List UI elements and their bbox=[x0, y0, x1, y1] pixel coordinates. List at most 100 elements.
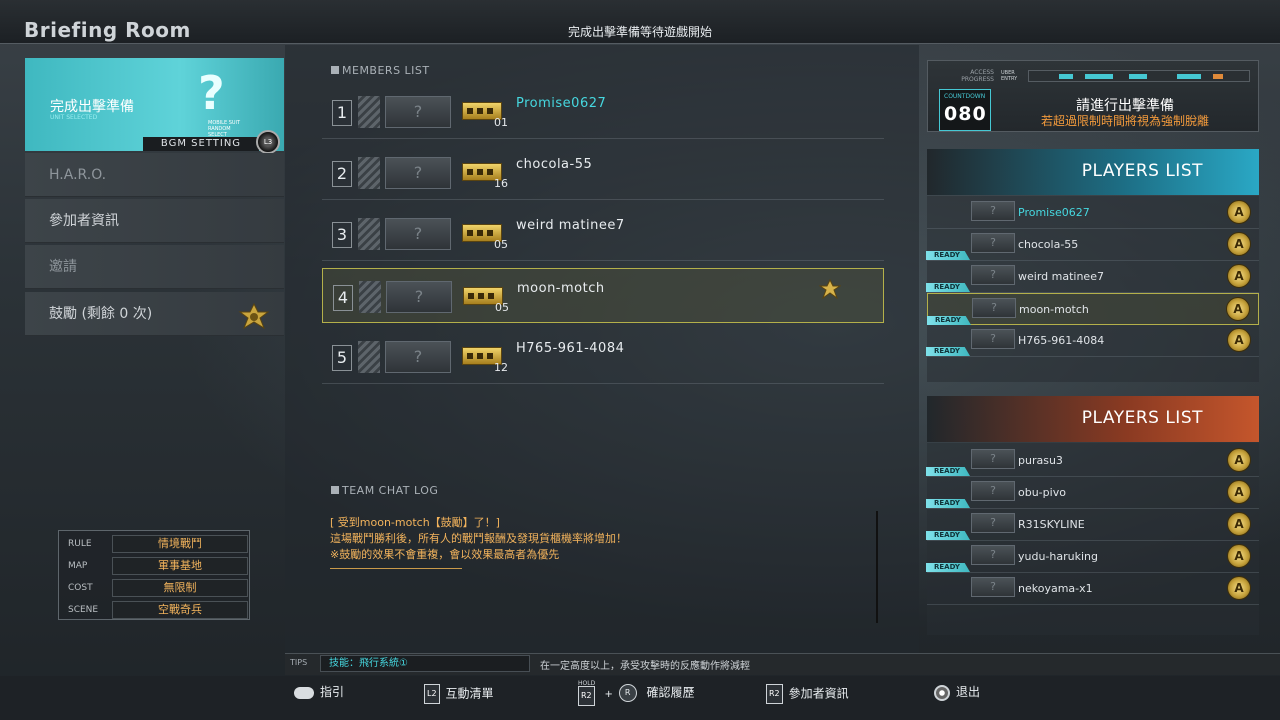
player-row[interactable]: ? H765-961-4084 READY A bbox=[926, 325, 1259, 357]
member-number: 1 bbox=[332, 100, 352, 126]
player-row[interactable]: ? R31SKYLINE READY A bbox=[926, 509, 1259, 541]
encourage-medal-icon bbox=[238, 302, 270, 330]
participant-info-label: 參加者資訊 bbox=[788, 686, 849, 701]
player-name: H765-961-4084 bbox=[1018, 334, 1105, 347]
member-level: 05 bbox=[494, 238, 508, 251]
member-number: 5 bbox=[332, 345, 352, 371]
ready-badge: READY bbox=[926, 283, 970, 292]
players-list-title: PLAYERS LIST bbox=[1081, 408, 1203, 428]
player-row[interactable]: ? chocola-55 READY A bbox=[926, 229, 1259, 261]
member-name: weird matinee7 bbox=[516, 218, 625, 233]
member-name: H765-961-4084 bbox=[516, 341, 625, 356]
ready-badge: READY bbox=[926, 347, 970, 356]
interact-list-button[interactable]: L2 互動清單 bbox=[424, 684, 494, 704]
suit-slot-icon: ? bbox=[385, 96, 451, 128]
guide-button[interactable]: 指引 bbox=[294, 684, 344, 700]
l2-button-icon: L2 bbox=[424, 684, 440, 704]
map-row: MAP 軍事基地 bbox=[62, 557, 248, 575]
participant-info-button[interactable]: R2 參加者資訊 bbox=[766, 684, 849, 704]
player-name: Promise0627 bbox=[1018, 206, 1090, 219]
ready-badge: READY bbox=[926, 251, 970, 260]
member-level: 01 bbox=[494, 116, 508, 129]
map-key: MAP bbox=[68, 561, 88, 571]
player-row[interactable]: ? nekoyama-x1 A bbox=[927, 573, 1259, 605]
player-row[interactable]: ? Promise0627 A bbox=[927, 197, 1259, 229]
l3-button-icon: L3 bbox=[256, 130, 280, 154]
encourage-medal-icon bbox=[819, 279, 841, 299]
scene-row: SCENE 空戰奇兵 bbox=[62, 601, 248, 619]
member-level: 16 bbox=[494, 177, 508, 190]
hatch-decoration bbox=[358, 157, 380, 189]
member-row[interactable]: 2 ? 16 chocola-55 bbox=[322, 145, 884, 200]
history-button[interactable]: HOLD R2 + R 確認履歷 bbox=[578, 680, 695, 706]
member-level: 05 bbox=[495, 301, 509, 314]
ready-badge: READY bbox=[926, 531, 970, 540]
uber-entry-label: UBER ENTRY bbox=[1001, 70, 1018, 82]
suit-slot-icon: ? bbox=[971, 265, 1015, 285]
player-name: nekoyama-x1 bbox=[1018, 582, 1093, 595]
suit-slot-icon: ? bbox=[385, 157, 451, 189]
access-progress-label: ACCESS PROGRESS bbox=[961, 69, 994, 83]
cost-row: COST 無限制 bbox=[62, 579, 248, 597]
suit-slot-icon: ? bbox=[385, 341, 451, 373]
rule-value: 情境戰鬥 bbox=[112, 535, 248, 553]
r2-button-icon: R2 bbox=[766, 684, 783, 704]
hatch-decoration bbox=[359, 281, 381, 313]
player-name: purasu3 bbox=[1018, 454, 1063, 467]
chat-line: [ 受到moon-motch【鼓勵】了！] bbox=[330, 516, 500, 529]
team-chat-header: TEAM CHAT LOG bbox=[331, 484, 438, 497]
history-label: 確認履歷 bbox=[646, 685, 695, 700]
player-row[interactable]: ? weird matinee7 READY A bbox=[926, 261, 1259, 293]
suit-slot-icon: ? bbox=[971, 233, 1015, 253]
players-list-blue-header: PLAYERS LIST bbox=[927, 149, 1259, 195]
player-row[interactable]: ? obu-pivo READY A bbox=[926, 477, 1259, 509]
players-list-title: PLAYERS LIST bbox=[1081, 161, 1203, 181]
suit-slot-icon: ? bbox=[971, 201, 1015, 221]
access-progress-bar bbox=[1028, 70, 1250, 82]
cost-key: COST bbox=[68, 583, 93, 593]
player-row-selected[interactable]: ? moon-motch READY A bbox=[927, 293, 1259, 325]
chat-line: 這場戰鬥勝利後，所有人的戰鬥報酬及發現貨櫃機率將增加！ bbox=[330, 532, 627, 545]
rank-a-icon: A bbox=[1227, 576, 1251, 600]
rank-a-icon: A bbox=[1227, 480, 1251, 504]
menu-item-haro[interactable]: H.A.R.O. bbox=[25, 153, 284, 197]
rank-a-icon: A bbox=[1227, 200, 1251, 224]
suit-slot-icon: ? bbox=[972, 298, 1016, 318]
chat-scrollbar[interactable] bbox=[876, 511, 878, 623]
rule-row: RULE 情境戰鬥 bbox=[62, 535, 248, 553]
countdown-label: COUNTDOWN bbox=[944, 93, 986, 100]
bgm-setting-button[interactable]: BGM SETTING bbox=[143, 137, 259, 151]
player-row[interactable]: ? purasu3 READY A bbox=[926, 445, 1259, 477]
rank-a-icon: A bbox=[1227, 512, 1251, 536]
member-row[interactable]: 3 ? 05 weird matinee7 bbox=[322, 206, 884, 261]
member-name: Promise0627 bbox=[516, 96, 607, 111]
ready-badge: READY bbox=[926, 467, 970, 476]
menu-item-invite[interactable]: 邀請 bbox=[25, 245, 284, 289]
player-name: weird matinee7 bbox=[1018, 270, 1104, 283]
exit-button[interactable]: 退出 bbox=[934, 684, 980, 701]
scene-value: 空戰奇兵 bbox=[112, 601, 248, 619]
suit-slot-icon: ? bbox=[971, 329, 1015, 349]
interact-list-label: 互動清單 bbox=[445, 686, 494, 701]
suit-slot-icon: ? bbox=[971, 449, 1015, 469]
players-list-red-header: PLAYERS LIST bbox=[927, 396, 1259, 442]
touchpad-icon bbox=[294, 686, 314, 699]
hold-label: HOLD bbox=[578, 680, 596, 687]
player-row[interactable]: ? yudu-haruking READY A bbox=[926, 541, 1259, 573]
player-name: moon-motch bbox=[1019, 303, 1089, 316]
countdown-value: 080 bbox=[944, 103, 987, 125]
member-row-selected[interactable]: 4 ? 05 moon-motch bbox=[322, 268, 884, 323]
member-row[interactable]: 1 ? 01 Promise0627 bbox=[322, 84, 884, 139]
cost-value: 無限制 bbox=[112, 579, 248, 597]
suit-slot-icon: ? bbox=[971, 545, 1015, 565]
menu-item-participant-info[interactable]: 參加者資訊 bbox=[25, 199, 284, 243]
circle-button-icon bbox=[934, 684, 950, 701]
ready-label: 完成出擊準備 bbox=[50, 99, 134, 115]
chat-divider bbox=[330, 568, 462, 569]
random-suit-icon: ? bbox=[198, 66, 225, 120]
member-name: moon-motch bbox=[517, 281, 605, 296]
member-row[interactable]: 5 ? 12 H765-961-4084 bbox=[322, 329, 884, 384]
member-number: 3 bbox=[332, 222, 352, 248]
timeout-warning: 若超過限制時間將視為強制脫離 bbox=[1040, 114, 1209, 128]
chat-line: ※鼓勵的效果不會重複，會以效果最高者為優先 bbox=[330, 548, 560, 561]
